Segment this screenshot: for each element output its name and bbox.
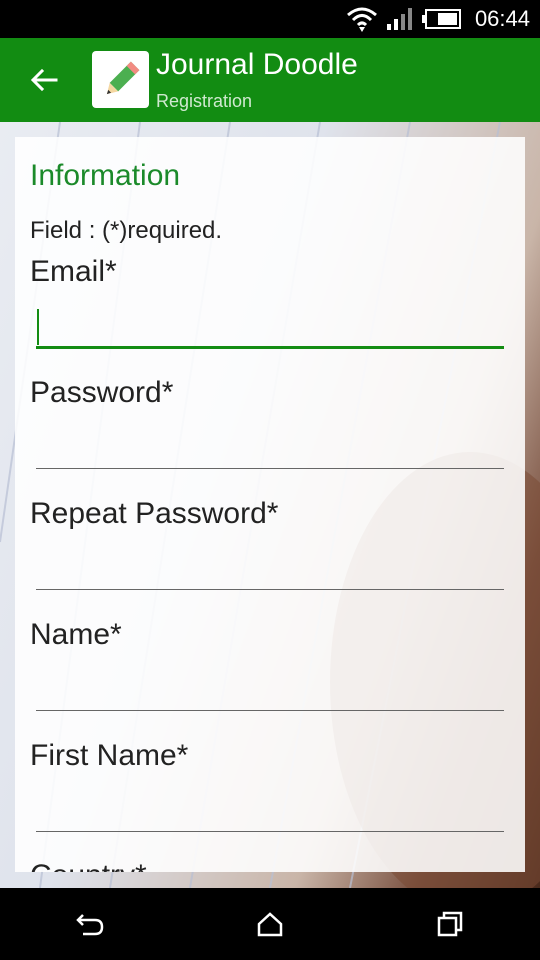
password-field[interactable] <box>36 468 504 469</box>
nav-back-button[interactable] <box>60 894 120 954</box>
system-nav-bar <box>0 888 540 960</box>
app-bar: Journal Doodle Registration <box>0 38 540 122</box>
wifi-icon <box>346 5 378 38</box>
nav-recents-button[interactable] <box>420 894 480 954</box>
status-bar: 06:44 <box>0 0 540 38</box>
email-label: Email* <box>30 255 117 288</box>
status-icons <box>346 5 462 38</box>
status-time: 06:44 <box>474 6 530 31</box>
name-field[interactable] <box>36 710 504 711</box>
text-cursor <box>37 309 39 345</box>
nav-home-button[interactable] <box>240 894 300 954</box>
back-icon <box>76 914 104 936</box>
repeat-password-label: Repeat Password* <box>30 497 279 530</box>
app-logo <box>92 51 149 108</box>
required-note: Field : (*)required. <box>30 217 223 244</box>
app-title: Journal Doodle <box>156 48 358 81</box>
repeat-password-field[interactable] <box>36 589 504 590</box>
back-button[interactable] <box>24 60 64 100</box>
name-label: Name* <box>30 618 122 651</box>
battery-icon <box>422 8 462 35</box>
home-icon <box>257 912 283 937</box>
first-name-field[interactable] <box>36 831 504 832</box>
registration-form-card: Information Field : (*)required. Email* … <box>15 137 525 872</box>
pencil-icon <box>106 61 139 94</box>
back-arrow-icon <box>30 68 58 92</box>
first-name-label: First Name* <box>30 739 189 772</box>
signal-icon <box>386 7 414 36</box>
recents-icon <box>437 911 463 937</box>
password-label: Password* <box>30 376 174 409</box>
app-subtitle: Registration <box>156 91 253 111</box>
country-label: Country* <box>30 859 147 872</box>
section-title: Information <box>30 159 181 192</box>
email-field[interactable] <box>36 346 504 349</box>
